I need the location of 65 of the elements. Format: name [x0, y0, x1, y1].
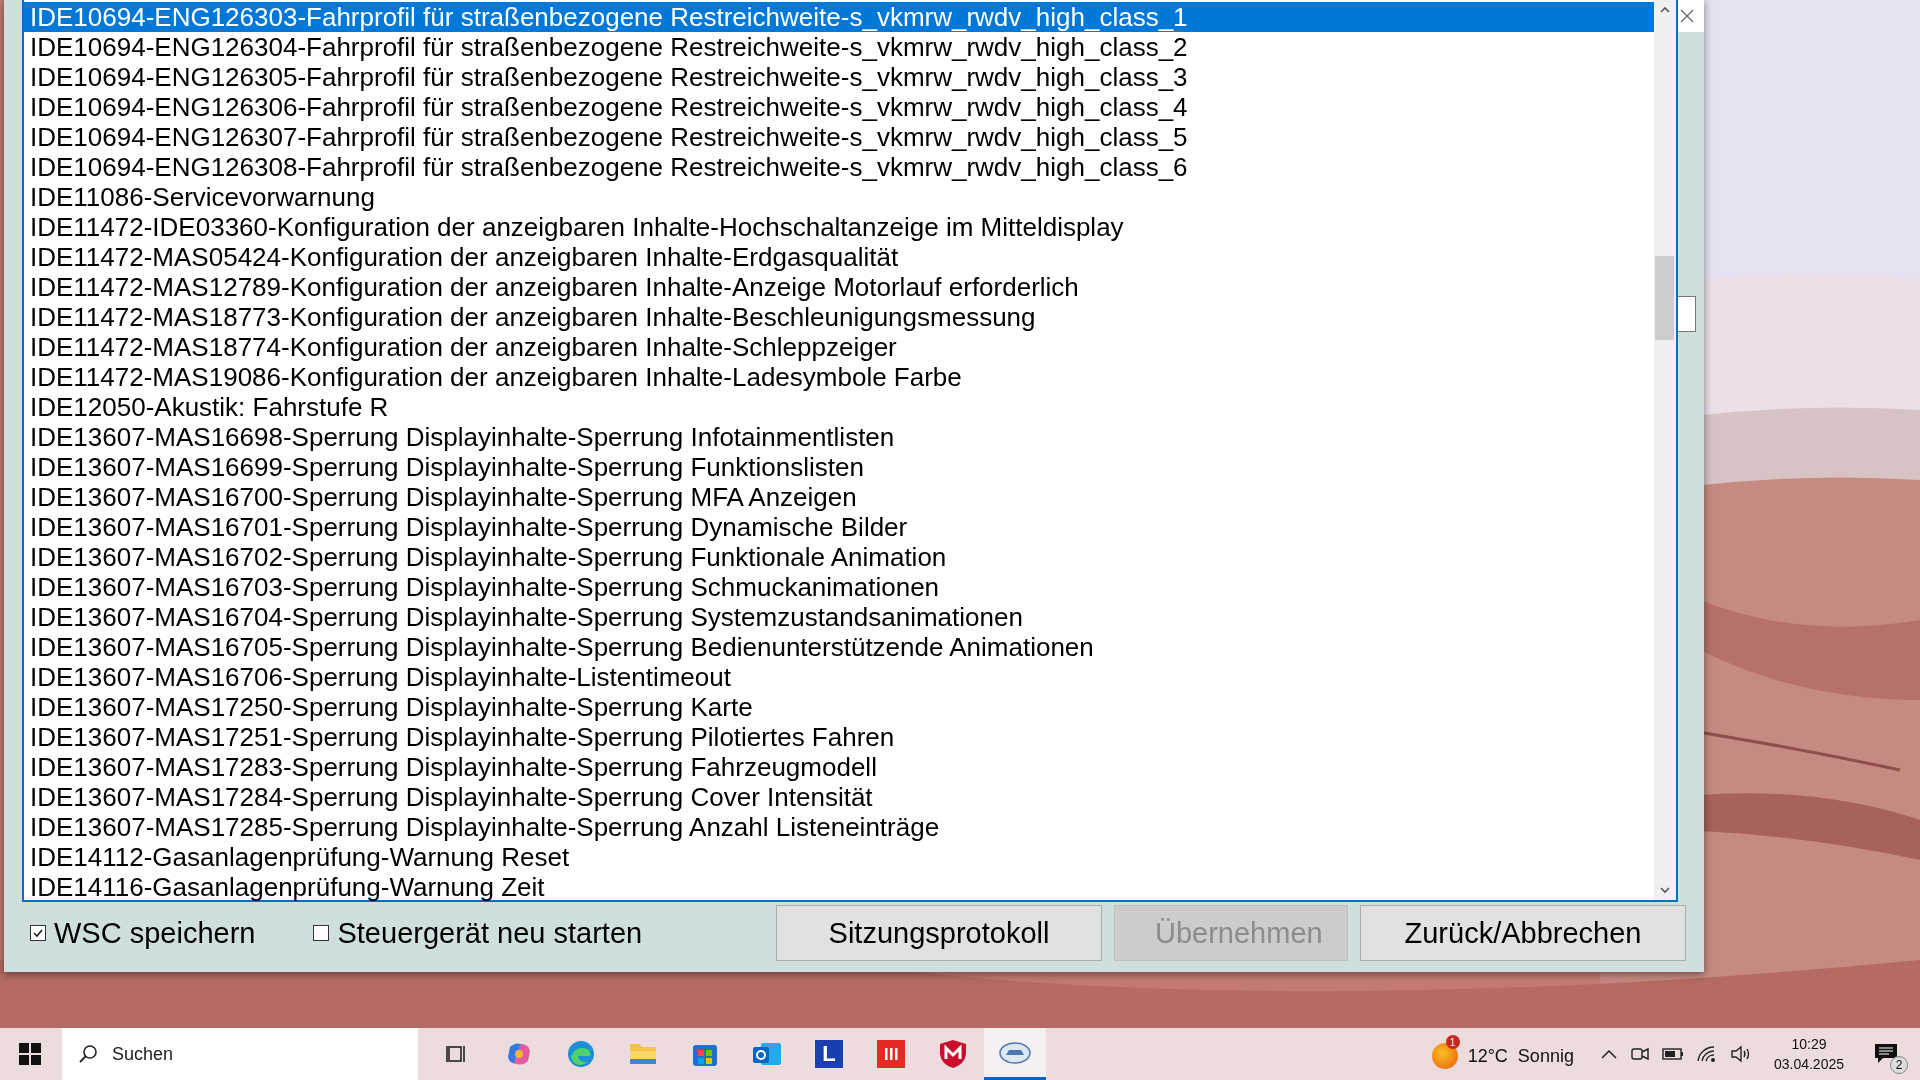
chevron-up-icon[interactable]: [1599, 1048, 1618, 1060]
notification-badge: 1: [1445, 1035, 1460, 1049]
list-item[interactable]: IDE13607-MAS16701-Sperrung Displayinhalte-Sperrung Dynamische Bilder: [24, 512, 1654, 542]
car-badge-icon: [999, 1040, 1031, 1065]
list-item[interactable]: IDE11472-MAS19086-Konfiguration der anzeigbaren Inhalte-Ladesymbole Farbe: [24, 362, 1654, 392]
temperature: 12°C: [1467, 1045, 1508, 1067]
taskbar-app[interactable]: L: [798, 1028, 860, 1080]
list-item[interactable]: IDE10694-ENG126306-Fahrprofil für straßenbezogene Restreichweite-s_vkmrw_rwdv_high_class_4: [24, 92, 1654, 122]
search-icon: [78, 1044, 98, 1064]
folder-icon: [628, 1041, 658, 1067]
list-item[interactable]: IDE10694-ENG126304-Fahrprofil für straßenbezogene Restreichweite-s_vkmrw_rwdv_high_class_2: [24, 32, 1654, 62]
list-item[interactable]: IDE10694-ENG126308-Fahrprofil für straßenbezogene Restreichweite-s_vkmrw_rwdv_high_class_6: [24, 152, 1654, 182]
list-item[interactable]: IDE14112-Gasanlagenprüfung-Warnung Reset: [24, 842, 1654, 872]
taskbar-app[interactable]: [984, 1028, 1046, 1080]
weather-condition: Sonnig: [1517, 1045, 1574, 1067]
list-item[interactable]: IDE13607-MAS16699-Sperrung Displayinhalte-Sperrung Funktionslisten: [24, 452, 1654, 482]
notification-button[interactable]: 2: [1866, 1034, 1906, 1074]
wifi-icon[interactable]: [1695, 1045, 1718, 1063]
checkbox[interactable]: [313, 925, 330, 941]
list-item[interactable]: IDE13607-MAS16703-Sperrung Displayinhalte-Sperrung Schmuckanimationen: [24, 572, 1654, 602]
list-item[interactable]: IDE13607-MAS16704-Sperrung Displayinhalte-Sperrung Systemzustandsanimationen: [24, 602, 1654, 632]
scroll-down-icon[interactable]: [1659, 886, 1671, 894]
list-item[interactable]: IDE11086-Servicevorwarnung: [24, 182, 1654, 212]
scroll-up-icon[interactable]: [1659, 6, 1671, 14]
dialog-button[interactable]: Zurück/Abbrechen: [1360, 905, 1686, 961]
list-item[interactable]: IDE13607-MAS16698-Sperrung Displayinhalte-Sperrung Infotainmentlisten: [24, 422, 1654, 452]
list-item[interactable]: IDE10694-ENG126303-Fahrprofil für straßenbezogene Restreichweite-s_vkmrw_rwdv_high_class_1: [24, 2, 1654, 32]
checkbox[interactable]: [30, 925, 46, 941]
list-item[interactable]: IDE11472-MAS18774-Konfiguration der anzeigbaren Inhalte-Schleppzeiger: [24, 332, 1654, 362]
bars-icon: [877, 1040, 905, 1068]
list-item[interactable]: IDE10694-ENG126307-Fahrprofil für straßenbezogene Restreichweite-s_vkmrw_rwdv_high_class_5: [24, 122, 1654, 152]
list-item[interactable]: IDE11472-IDE03360-Konfiguration der anzeigbaren Inhalte-Hochschaltanzeige im Mitteldisplay: [24, 212, 1654, 242]
battery-icon[interactable]: [1661, 1048, 1684, 1060]
dialog-button[interactable]: Sitzungsprotokoll: [776, 905, 1102, 961]
browser-icon: [566, 1039, 596, 1069]
scrollbar[interactable]: [1654, 0, 1676, 900]
list-item[interactable]: IDE11472-MAS12789-Konfiguration der anzeigbaren Inhalte-Anzeige Motorlauf erforderlich: [24, 272, 1654, 302]
list-item[interactable]: IDE14116-Gasanlagenprüfung-Warnung Zeit: [24, 872, 1654, 902]
list-item[interactable]: IDE10694-ENG126305-Fahrprofil für straßenbezogene Restreichweite-s_vkmrw_rwdv_high_class_3: [24, 62, 1654, 92]
list-item[interactable]: IDE13607-MAS16702-Sperrung Displayinhalte-Sperrung Funktionale Animation: [24, 542, 1654, 572]
app-icon: L: [815, 1040, 843, 1068]
mail-icon: [751, 1040, 783, 1068]
search-field[interactable]: Suchen: [62, 1028, 418, 1080]
speaker-icon[interactable]: [1729, 1045, 1752, 1063]
list-item[interactable]: IDE13607-MAS17283-Sperrung Displayinhalte-Sperrung Fahrzeugmodell: [24, 752, 1654, 782]
list-item[interactable]: IDE13607-MAS16706-Sperrung Displayinhalte-Listentimeout: [24, 662, 1654, 692]
date: 03.04.2025: [1773, 1056, 1844, 1072]
list-item[interactable]: IDE11472-MAS05424-Konfiguration der anzeigbaren Inhalte-Erdgasqualität: [24, 242, 1654, 272]
time: 10:29: [1791, 1036, 1827, 1052]
list-item[interactable]: IDE13607-MAS16700-Sperrung Displayinhalte-Sperrung MFA Anzeigen: [24, 482, 1654, 512]
list-item[interactable]: IDE13607-MAS17251-Sperrung Displayinhalte-Sperrung Pilotiertes Fahren: [24, 722, 1654, 752]
close-icon: [1679, 8, 1695, 24]
list-item[interactable]: IDE11472-MAS18773-Konfiguration der anzeigbaren Inhalte-Beschleunigungsmessung: [24, 302, 1654, 332]
windows-icon: [19, 1043, 41, 1065]
list-item[interactable]: IDE12050-Akustik: Fahrstufe R: [24, 392, 1654, 422]
list-item[interactable]: IDE13607-MAS17250-Sperrung Displayinhalte-Sperrung Karte: [24, 692, 1654, 722]
weather-widget[interactable]: 1 12°C Sonnig: [1431, 1035, 1574, 1073]
scroll-thumb[interactable]: [1655, 256, 1674, 340]
camera-icon[interactable]: [1629, 1045, 1650, 1063]
list-item[interactable]: IDE13607-MAS17285-Sperrung Displayinhalte-Sperrung Anzahl Listeneinträge: [24, 812, 1654, 842]
notification-count: 2: [1890, 1056, 1908, 1074]
clock[interactable]: 10:29 03.04.2025: [1773, 1036, 1844, 1072]
list-item[interactable]: IDE13607-MAS16705-Sperrung Displayinhalte-Sperrung Bedienunterstützende Animationen: [24, 632, 1654, 662]
list-item[interactable]: IDE13607-MAS17284-Sperrung Displayinhalte-Sperrung Cover Intensität: [24, 782, 1654, 812]
shield-icon: [939, 1039, 967, 1069]
